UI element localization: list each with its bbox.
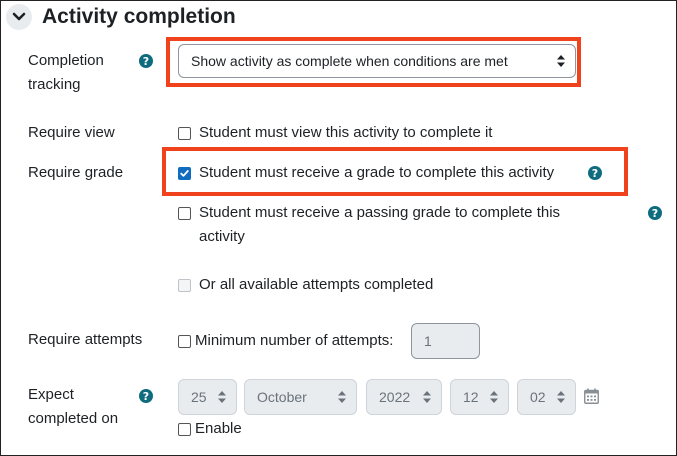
require-grade-checkbox-label: Student must receive a grade to complete… bbox=[199, 164, 555, 181]
require-attempts-checkbox-label: Minimum number of attempts: bbox=[195, 332, 394, 349]
select-arrows-icon bbox=[338, 391, 346, 403]
select-arrows-icon bbox=[557, 55, 565, 67]
completion-tracking-select[interactable]: Show activity as complete when condition… bbox=[178, 44, 576, 78]
year-select[interactable]: 2022 bbox=[366, 379, 442, 415]
passing-grade-checkbox-label: Student must receive a passing grade to … bbox=[199, 204, 561, 245]
min-attempts-input[interactable]: 1 bbox=[411, 323, 480, 359]
enable-row[interactable]: Enable bbox=[178, 417, 242, 441]
require-grade-label: Require grade bbox=[28, 164, 124, 181]
require-attempts-label: Require attempts bbox=[28, 331, 143, 348]
completion-tracking-label: Completion tracking bbox=[28, 52, 104, 93]
require-view-label: Require view bbox=[28, 124, 115, 141]
question-circle-icon[interactable]: ? bbox=[588, 166, 602, 180]
section-header[interactable]: Activity completion bbox=[6, 0, 236, 34]
require-view-row[interactable]: Student must view this activity to compl… bbox=[178, 121, 492, 145]
chevron-down-icon[interactable] bbox=[6, 4, 32, 30]
question-circle-icon[interactable]: ? bbox=[139, 389, 153, 403]
select-arrows-icon bbox=[490, 391, 498, 403]
passing-grade-checkbox[interactable] bbox=[178, 207, 191, 220]
require-view-checkbox-label: Student must view this activity to compl… bbox=[199, 124, 493, 141]
question-circle-icon[interactable]: ? bbox=[648, 206, 662, 220]
section-title: Activity completion bbox=[42, 5, 236, 28]
hour-select[interactable]: 12 bbox=[450, 379, 509, 415]
enable-checkbox-label: Enable bbox=[195, 420, 242, 437]
enable-checkbox[interactable] bbox=[178, 423, 191, 436]
minute-select[interactable]: 02 bbox=[517, 379, 576, 415]
require-view-checkbox[interactable] bbox=[178, 127, 191, 140]
select-arrows-icon bbox=[557, 391, 565, 403]
month-select[interactable]: October bbox=[244, 379, 357, 415]
select-arrows-icon bbox=[423, 391, 431, 403]
require-grade-row[interactable]: Student must receive a grade to complete… bbox=[178, 161, 554, 185]
expect-completed-label: Expect completed on bbox=[28, 386, 119, 427]
passing-grade-row[interactable]: Student must receive a passing grade to … bbox=[178, 201, 560, 249]
all-attempts-checkbox-label: Or all available attempts completed bbox=[199, 276, 434, 293]
all-attempts-row: Or all available attempts completed bbox=[178, 273, 433, 297]
require-attempts-checkbox[interactable] bbox=[178, 335, 191, 348]
select-arrows-icon bbox=[218, 391, 226, 403]
require-attempts-row[interactable]: Minimum number of attempts: bbox=[178, 329, 393, 353]
day-select[interactable]: 25 bbox=[178, 379, 237, 415]
calendar-icon[interactable] bbox=[584, 388, 599, 409]
question-circle-icon[interactable]: ? bbox=[139, 54, 153, 68]
all-attempts-checkbox bbox=[178, 279, 191, 292]
require-grade-checkbox[interactable] bbox=[178, 167, 191, 180]
